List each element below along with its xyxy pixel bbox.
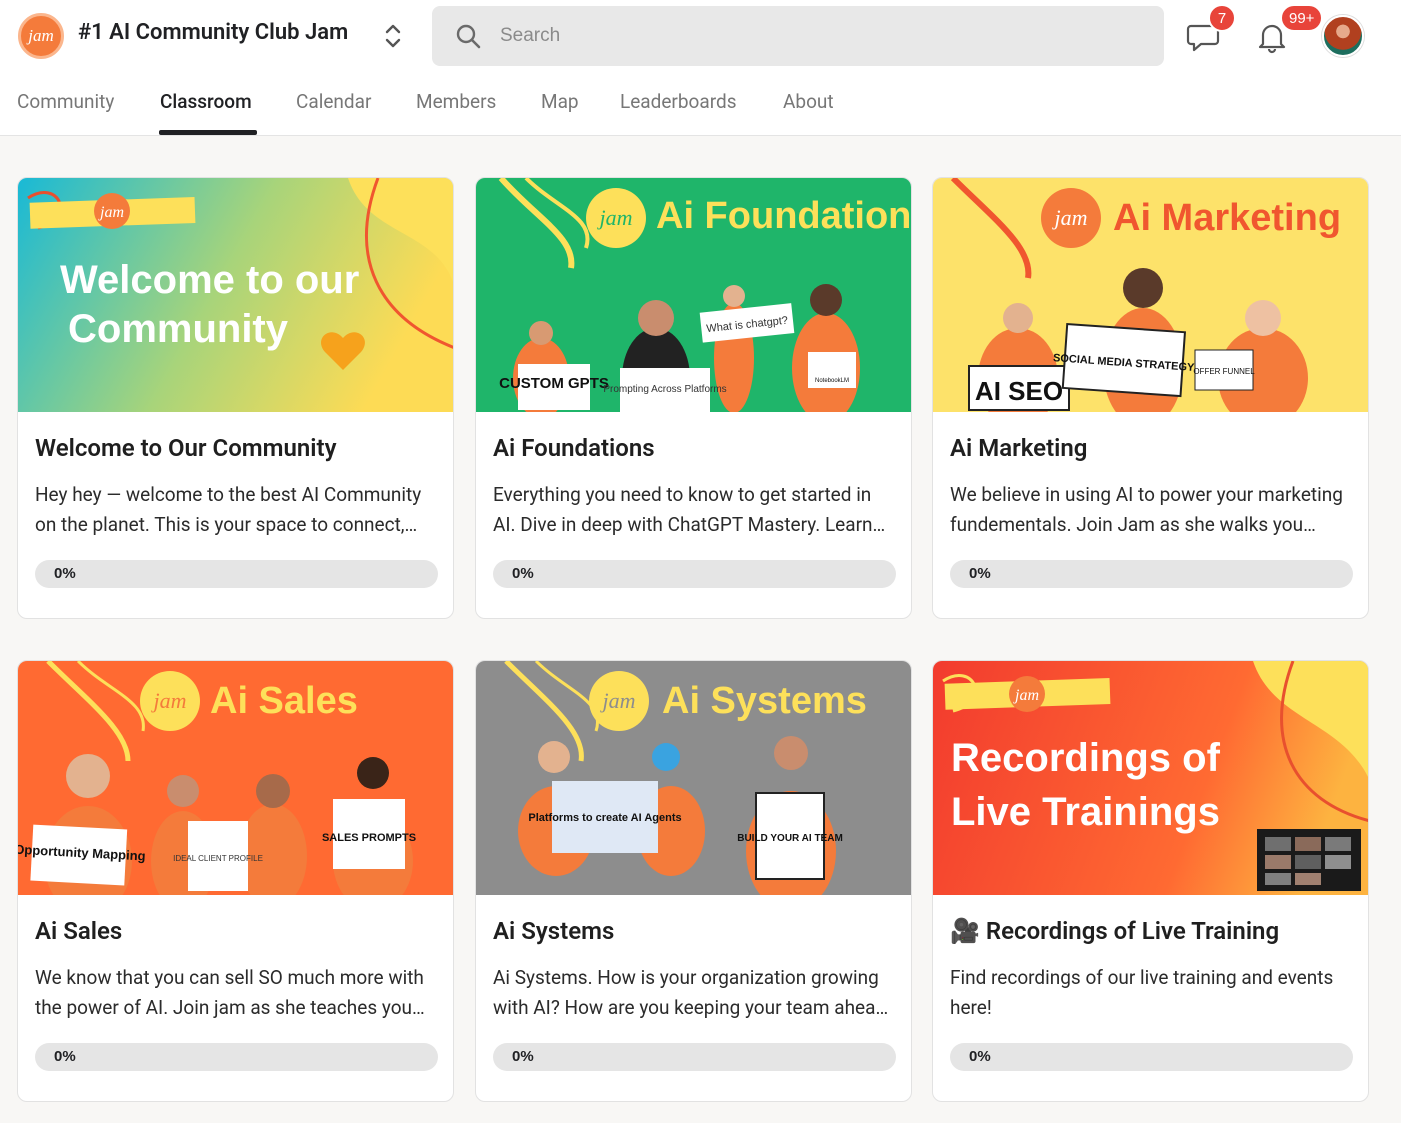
- svg-text:Ai Foundations: Ai Foundations: [656, 195, 912, 237]
- search-bar[interactable]: [432, 6, 1164, 66]
- top-bar: jam #1 AI Community Club Jam 7 99+ Commu…: [0, 0, 1401, 136]
- svg-text:Ai Systems: Ai Systems: [662, 680, 867, 722]
- course-card-recordings[interactable]: jam Recordings of Live Trainings 🎥 Record…: [932, 660, 1369, 1102]
- progress-bar: 0%: [35, 1043, 438, 1071]
- course-card-welcome[interactable]: jam Welcome to our Community Welcome to …: [17, 177, 454, 619]
- group-switcher-icon[interactable]: [380, 20, 406, 52]
- svg-text:OFFER FUNNEL: OFFER FUNNEL: [1193, 367, 1255, 376]
- svg-text:Platforms to create AI Agents: Platforms to create AI Agents: [528, 812, 681, 824]
- tab-map[interactable]: Map: [541, 90, 579, 113]
- course-title: Ai Foundations: [493, 434, 655, 462]
- search-input[interactable]: [500, 25, 1140, 47]
- tab-members[interactable]: Members: [416, 90, 496, 113]
- video-camera-icon: 🎥: [950, 917, 980, 945]
- course-description: Ai Systems. How is your organization gro…: [493, 966, 887, 1019]
- progress-bar: 0%: [950, 560, 1353, 588]
- svg-text:jam: jam: [1052, 205, 1088, 230]
- progress-bar: 0%: [35, 560, 438, 588]
- active-tab-indicator: [159, 130, 257, 135]
- course-title: 🎥 Recordings of Live Training: [950, 917, 1279, 945]
- course-title: Ai Marketing: [950, 434, 1088, 462]
- course-banner: jam Ai Foundations CUSTOM GPTS Prompting…: [476, 178, 912, 412]
- course-card-ai-sales[interactable]: jam Ai Sales Opportunity Mapping IDEAL C…: [17, 660, 454, 1102]
- course-description: We know that you can sell SO much more w…: [35, 966, 424, 1019]
- course-description: Hey hey — welcome to the best AI Communi…: [35, 483, 422, 536]
- progress-label: 0%: [512, 565, 534, 582]
- course-card-ai-systems[interactable]: jam Ai Systems Platforms to create AI Ag…: [475, 660, 912, 1102]
- tab-about[interactable]: About: [783, 90, 834, 113]
- course-card-ai-foundations[interactable]: jam Ai Foundations CUSTOM GPTS Prompting…: [475, 177, 912, 619]
- svg-text:BUILD YOUR AI TEAM: BUILD YOUR AI TEAM: [737, 833, 843, 844]
- progress-label: 0%: [54, 565, 76, 582]
- progress-label: 0%: [512, 1048, 534, 1065]
- tab-calendar[interactable]: Calendar: [296, 90, 371, 113]
- svg-text:jam: jam: [151, 688, 187, 713]
- svg-text:Welcome to our: Welcome to our: [60, 258, 359, 302]
- progress-label: 0%: [54, 1048, 76, 1065]
- svg-text:SALES PROMPTS: SALES PROMPTS: [322, 832, 416, 844]
- course-card-ai-marketing[interactable]: jam Ai Marketing AI SEO SOCIAL MEDIA STR…: [932, 177, 1369, 619]
- svg-text:jam: jam: [597, 205, 633, 230]
- progress-bar: 0%: [950, 1043, 1353, 1071]
- svg-text:Ai Sales: Ai Sales: [210, 680, 358, 722]
- svg-text:NotebookLM: NotebookLM: [815, 378, 849, 384]
- chat-badge: 7: [1208, 4, 1236, 32]
- progress-label: 0%: [969, 1048, 991, 1065]
- course-banner: jam Welcome to our Community: [18, 178, 453, 412]
- svg-text:Community: Community: [68, 307, 289, 351]
- course-description: Everything you need to know to get start…: [493, 483, 873, 536]
- svg-text:jam: jam: [1013, 687, 1039, 704]
- course-description: We believe in using AI to power your mar…: [950, 483, 1343, 536]
- course-description: Find recordings of our live training and…: [950, 966, 1334, 1019]
- progress-bar: 0%: [493, 560, 896, 588]
- svg-text:jam: jam: [98, 204, 124, 221]
- user-avatar[interactable]: [1322, 15, 1364, 57]
- course-title: Welcome to Our Community: [35, 434, 337, 462]
- tab-classroom[interactable]: Classroom: [160, 90, 252, 113]
- svg-text:Ai Marketing: Ai Marketing: [1113, 197, 1341, 239]
- svg-text:CUSTOM GPTS: CUSTOM GPTS: [499, 375, 609, 392]
- course-banner: jam Ai Sales Opportunity Mapping IDEAL C…: [18, 661, 453, 895]
- tab-leaderboards[interactable]: Leaderboards: [620, 90, 737, 113]
- svg-text:AI SEO: AI SEO: [975, 376, 1063, 406]
- svg-text:Live Trainings: Live Trainings: [951, 790, 1220, 834]
- group-logo[interactable]: jam: [18, 13, 64, 59]
- svg-text:Prompting Across Platforms: Prompting Across Platforms: [603, 384, 726, 395]
- course-banner: jam Ai Systems Platforms to create AI Ag…: [476, 661, 911, 895]
- search-icon: [456, 24, 481, 49]
- course-title: Ai Systems: [493, 917, 615, 945]
- notification-badge: 99+: [1280, 4, 1324, 32]
- svg-text:Recordings of: Recordings of: [951, 736, 1221, 780]
- course-title-text: Recordings of Live Training: [985, 917, 1280, 945]
- tab-community[interactable]: Community: [17, 90, 114, 113]
- progress-label: 0%: [969, 565, 991, 582]
- svg-text:jam: jam: [600, 688, 636, 713]
- progress-bar: 0%: [493, 1043, 896, 1071]
- course-title: Ai Sales: [35, 917, 123, 945]
- course-banner: jam Ai Marketing AI SEO SOCIAL MEDIA STR…: [933, 178, 1368, 412]
- group-title[interactable]: #1 AI Community Club Jam: [78, 20, 348, 45]
- course-banner: jam Recordings of Live Trainings: [933, 661, 1368, 895]
- svg-text:IDEAL CLIENT PROFILE: IDEAL CLIENT PROFILE: [173, 854, 263, 863]
